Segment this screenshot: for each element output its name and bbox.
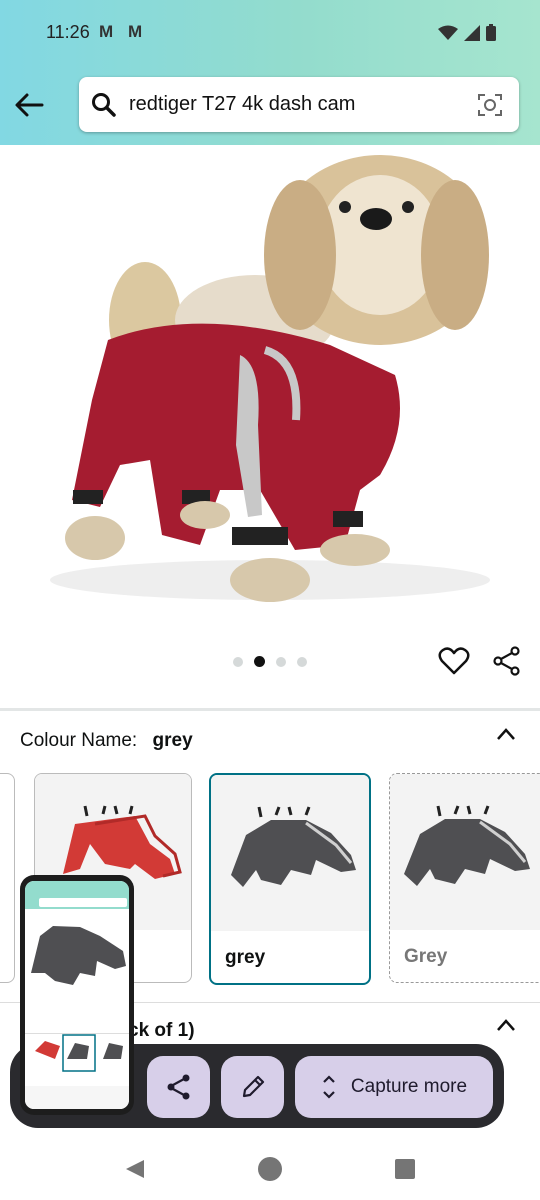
share-icon[interactable] <box>492 646 522 676</box>
app-header: 11:26 M M redtiger T27 4k dash cam <box>0 0 540 145</box>
capture-more-label: Capture more <box>350 1076 468 1097</box>
swatch-image <box>211 775 369 931</box>
gmail-notification-icon: M <box>99 22 114 41</box>
colour-name-label: Colour Name: <box>20 730 138 751</box>
chevron-up-icon[interactable] <box>496 1018 516 1032</box>
status-icons <box>438 24 496 41</box>
screenshot-preview-image <box>25 881 129 1109</box>
pack-size-label: ck of 1) <box>128 1020 195 1041</box>
colour-name-value: grey <box>152 730 193 751</box>
divider <box>0 708 540 711</box>
camera-search-icon[interactable] <box>477 92 503 118</box>
swatch-label: Grey <box>404 946 448 967</box>
search-bar[interactable]: redtiger T27 4k dash cam <box>79 77 519 132</box>
search-icon <box>92 93 116 117</box>
edit-button[interactable] <box>221 1056 284 1118</box>
status-time: 11:26 <box>46 22 90 42</box>
share-icon <box>167 1074 189 1100</box>
swatch-partial[interactable] <box>0 773 15 983</box>
cell-signal-icon <box>464 24 480 41</box>
screenshot-preview[interactable] <box>20 875 134 1115</box>
capture-more-button[interactable]: Capture more <box>295 1056 493 1118</box>
carousel-dot[interactable] <box>297 656 307 667</box>
nav-back-icon[interactable] <box>124 1158 146 1180</box>
expand-vertical-icon <box>323 1075 335 1099</box>
swatch-grey-alt[interactable]: Grey <box>389 773 540 983</box>
gmail-notification-icon-2: M <box>128 22 143 41</box>
share-button[interactable] <box>147 1056 210 1118</box>
carousel-dots <box>233 656 307 667</box>
swatch-grey-selected[interactable]: grey <box>209 773 371 985</box>
nav-recents-icon[interactable] <box>394 1158 416 1180</box>
heart-icon[interactable] <box>438 646 470 676</box>
status-bar: 11:26 M M <box>0 0 540 66</box>
swatch-label: grey <box>225 947 266 968</box>
carousel-dot-active[interactable] <box>254 656 265 667</box>
pencil-icon <box>242 1075 264 1098</box>
nav-home-icon[interactable] <box>257 1156 283 1182</box>
battery-icon <box>486 24 496 41</box>
chevron-up-icon[interactable] <box>496 727 516 741</box>
swatch-image <box>390 774 540 930</box>
search-input[interactable]: redtiger T27 4k dash cam <box>129 93 355 116</box>
back-arrow-icon[interactable] <box>12 88 46 122</box>
carousel-dot[interactable] <box>233 656 243 667</box>
wifi-icon <box>438 25 458 40</box>
carousel-dot[interactable] <box>276 656 286 667</box>
android-nav-bar <box>0 1136 540 1200</box>
colour-name-row: Colour Name: grey <box>20 730 193 752</box>
product-image[interactable] <box>0 145 540 635</box>
